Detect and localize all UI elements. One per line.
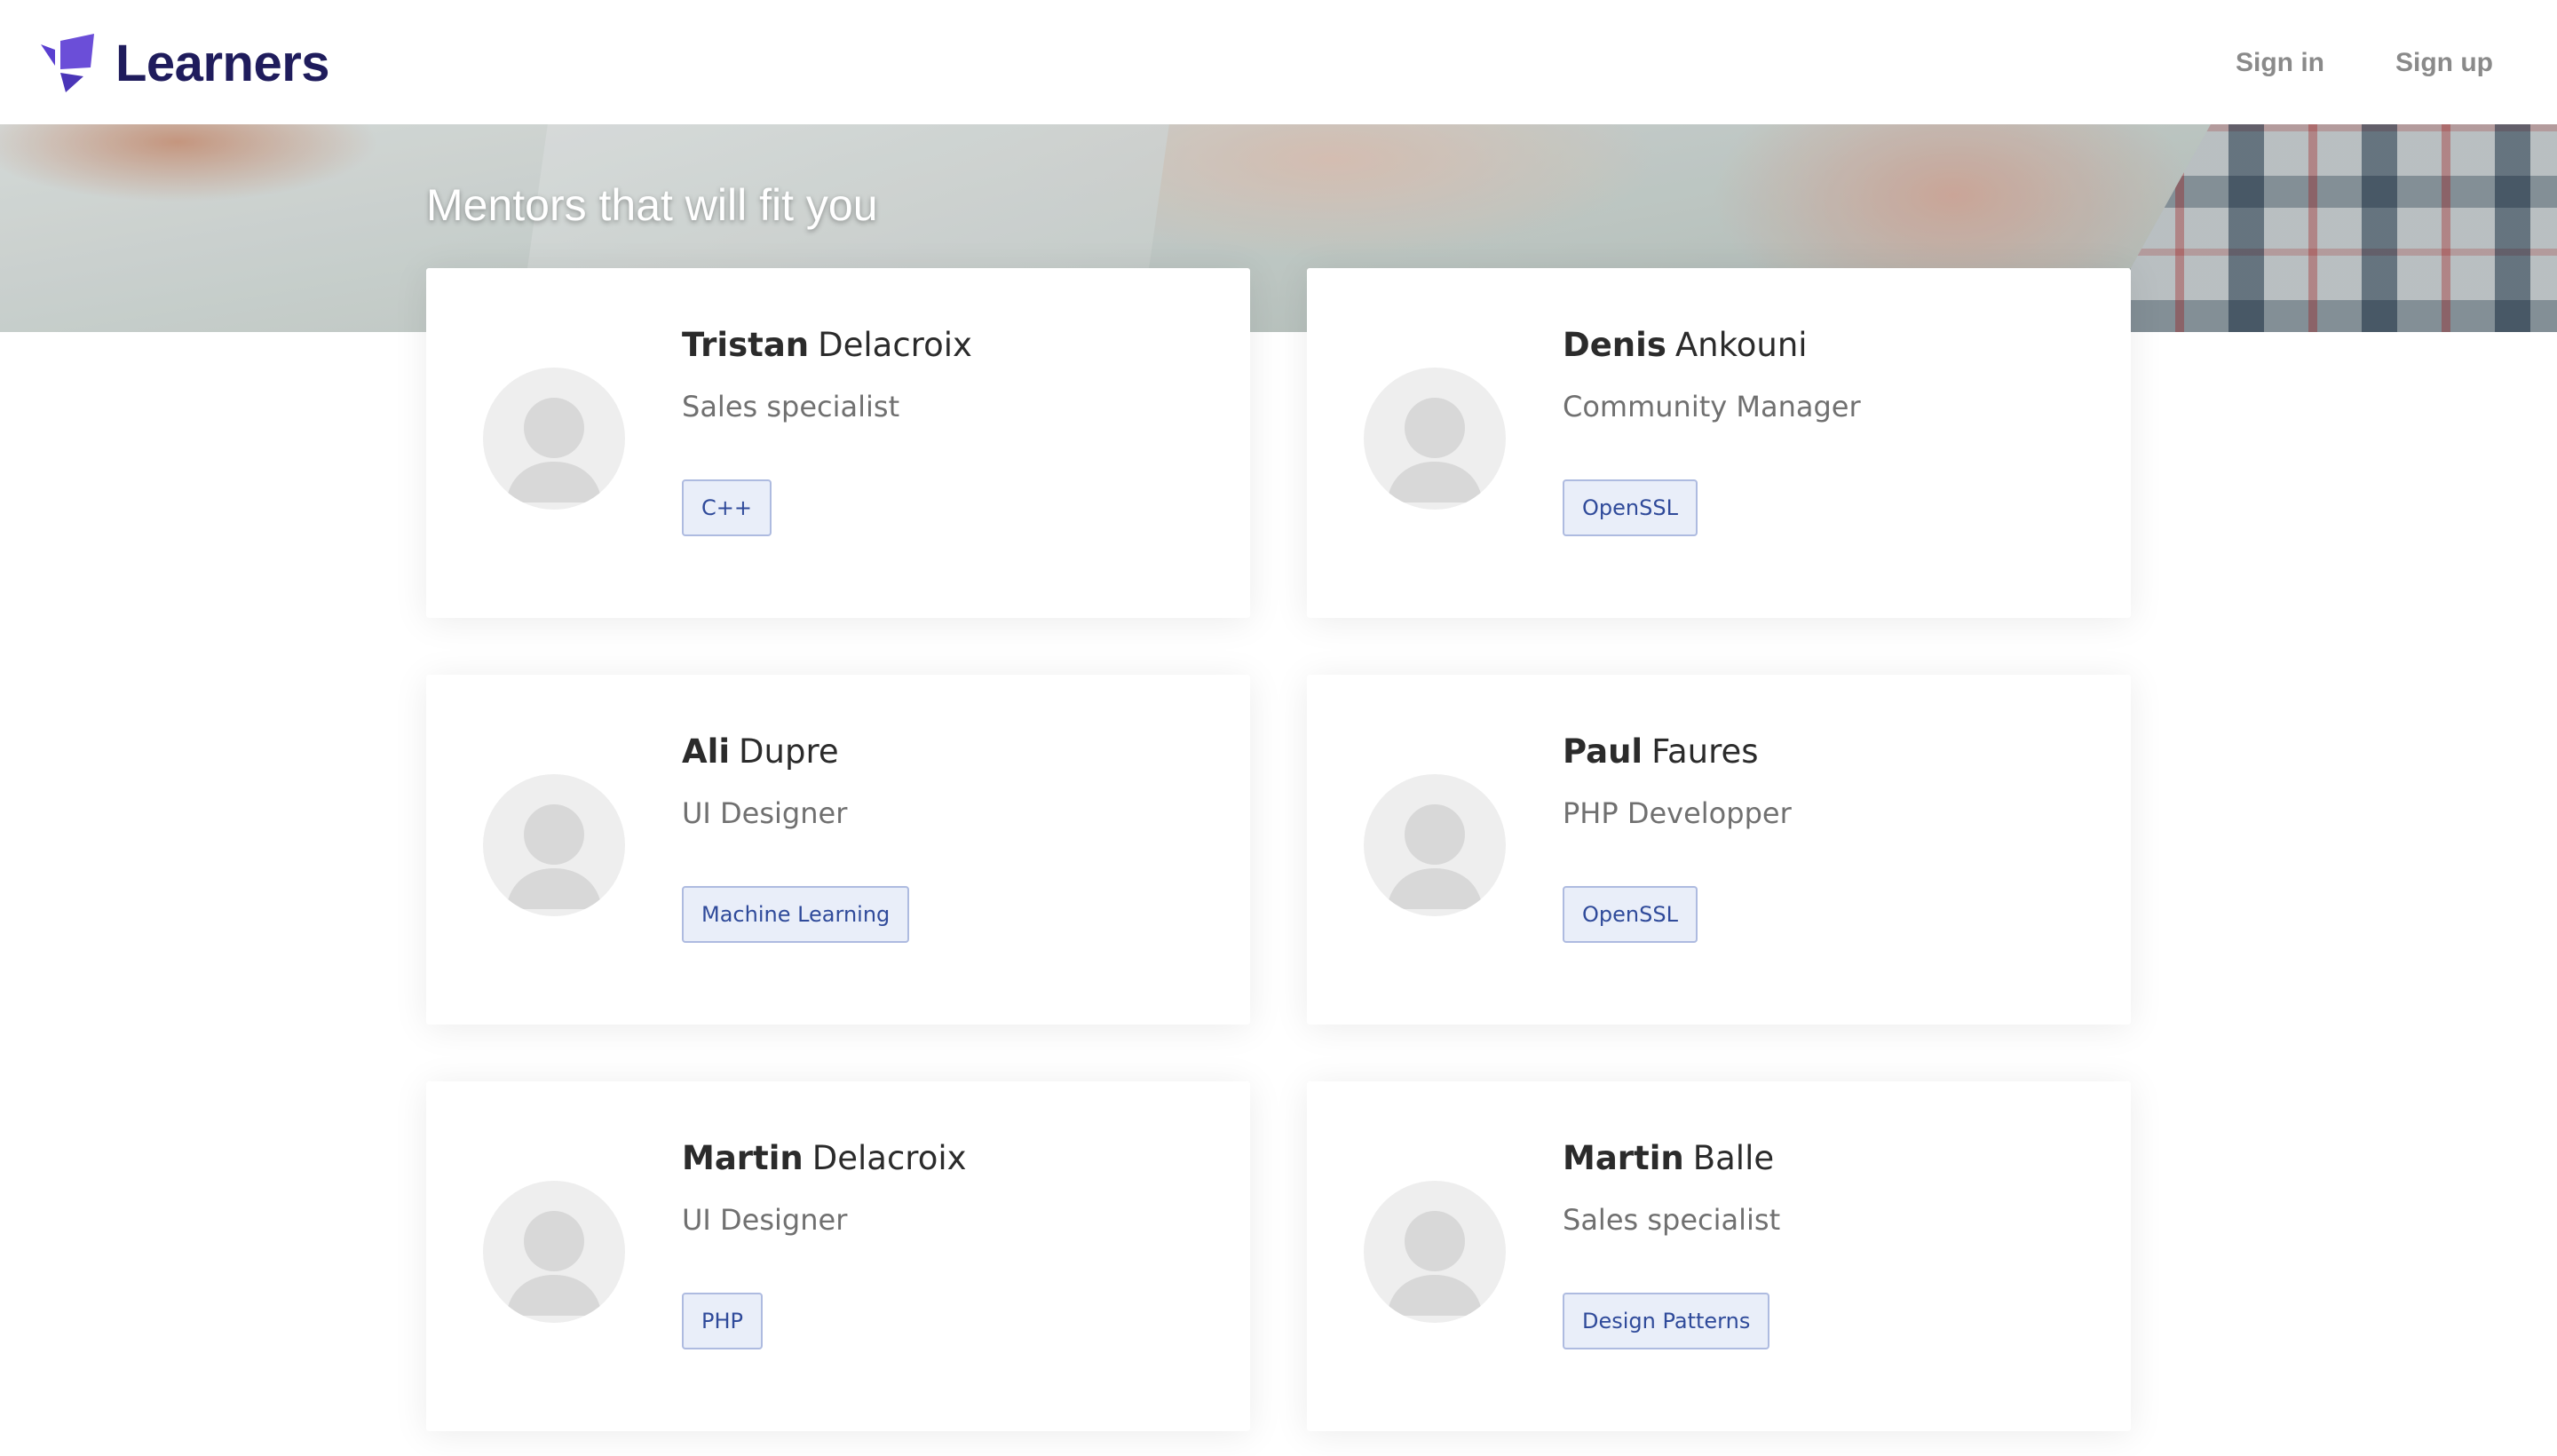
- mentor-info: Denis Ankouni Community Manager OpenSSL: [1563, 323, 1861, 536]
- mentor-card[interactable]: Denis Ankouni Community Manager OpenSSL: [1307, 268, 2131, 618]
- mentor-grid: Tristan Delacroix Sales specialist C++ De…: [426, 268, 2131, 1431]
- user-placeholder-icon: [506, 398, 602, 502]
- top-header: Learners Sign in Sign up: [0, 0, 2557, 124]
- sign-up-link[interactable]: Sign up: [2395, 41, 2493, 85]
- page-title: Mentors that will fit you: [426, 180, 878, 230]
- mentor-first-name: Paul: [1563, 732, 1643, 771]
- mentor-info: Tristan Delacroix Sales specialist C++: [682, 323, 972, 536]
- mentor-role: Sales specialist: [682, 390, 900, 423]
- avatar: [483, 1181, 625, 1323]
- mentor-first-name: Tristan: [682, 326, 810, 364]
- skill-tag[interactable]: Machine Learning: [682, 886, 910, 943]
- mentor-first-name: Martin: [682, 1139, 804, 1177]
- user-placeholder-icon: [1387, 398, 1483, 502]
- mentor-card[interactable]: Tristan Delacroix Sales specialist C++: [426, 268, 1250, 618]
- user-placeholder-icon: [1387, 804, 1483, 909]
- mentor-name: Paul Faures: [1563, 730, 1792, 774]
- mentor-card[interactable]: Ali Dupre UI Designer Machine Learning: [426, 675, 1250, 1025]
- auth-nav: Sign in Sign up: [2236, 41, 2493, 85]
- mentor-last-name: Delacroix: [811, 1139, 967, 1177]
- skill-tag[interactable]: PHP: [682, 1293, 763, 1349]
- mentor-name: Martin Balle: [1563, 1136, 1780, 1181]
- mentor-name: Ali Dupre: [682, 730, 909, 774]
- brand-logo[interactable]: Learners: [41, 34, 330, 94]
- mentor-name: Tristan Delacroix: [682, 323, 972, 368]
- mentor-last-name: Faures: [1651, 732, 1759, 771]
- mentor-first-name: Ali: [682, 732, 731, 771]
- user-placeholder-icon: [506, 804, 602, 909]
- mentor-last-name: Dupre: [739, 732, 839, 771]
- mentor-last-name: Ankouni: [1674, 326, 1808, 364]
- skill-tag[interactable]: OpenSSL: [1563, 886, 1698, 943]
- mentor-card[interactable]: Martin Delacroix UI Designer PHP: [426, 1081, 1250, 1431]
- mentor-last-name: Delacroix: [818, 326, 972, 364]
- mentor-name: Martin Delacroix: [682, 1136, 967, 1181]
- mentor-info: Martin Delacroix UI Designer PHP: [682, 1136, 967, 1349]
- user-placeholder-icon: [506, 1211, 602, 1316]
- avatar: [483, 774, 625, 916]
- avatar: [1364, 368, 1506, 510]
- skill-tag[interactable]: C++: [682, 479, 772, 536]
- mentor-first-name: Denis: [1563, 326, 1666, 364]
- mentor-role: PHP Developper: [1563, 796, 1792, 830]
- mentor-role: UI Designer: [682, 1203, 848, 1237]
- mentor-card[interactable]: Martin Balle Sales specialist Design Patt…: [1307, 1081, 2131, 1431]
- avatar: [483, 368, 625, 510]
- skill-tag[interactable]: OpenSSL: [1563, 479, 1698, 536]
- mentor-info: Paul Faures PHP Developper OpenSSL: [1563, 730, 1792, 943]
- mentor-role: Community Manager: [1563, 390, 1861, 423]
- mentor-name: Denis Ankouni: [1563, 323, 1861, 368]
- mentor-role: Sales specialist: [1563, 1203, 1781, 1237]
- brand-name: Learners: [115, 35, 330, 92]
- avatar: [1364, 774, 1506, 916]
- avatar: [1364, 1181, 1506, 1323]
- mentor-info: Ali Dupre UI Designer Machine Learning: [682, 730, 910, 943]
- skill-tag[interactable]: Design Patterns: [1563, 1293, 1770, 1349]
- user-placeholder-icon: [1387, 1211, 1483, 1316]
- mentor-info: Martin Balle Sales specialist Design Patt…: [1563, 1136, 1780, 1349]
- sign-in-link[interactable]: Sign in: [2236, 41, 2324, 85]
- mentor-role: UI Designer: [682, 796, 848, 830]
- mentor-first-name: Martin: [1563, 1139, 1684, 1177]
- learners-logo-icon: [41, 34, 94, 92]
- mentor-last-name: Balle: [1692, 1139, 1775, 1177]
- mentor-card[interactable]: Paul Faures PHP Developper OpenSSL: [1307, 675, 2131, 1025]
